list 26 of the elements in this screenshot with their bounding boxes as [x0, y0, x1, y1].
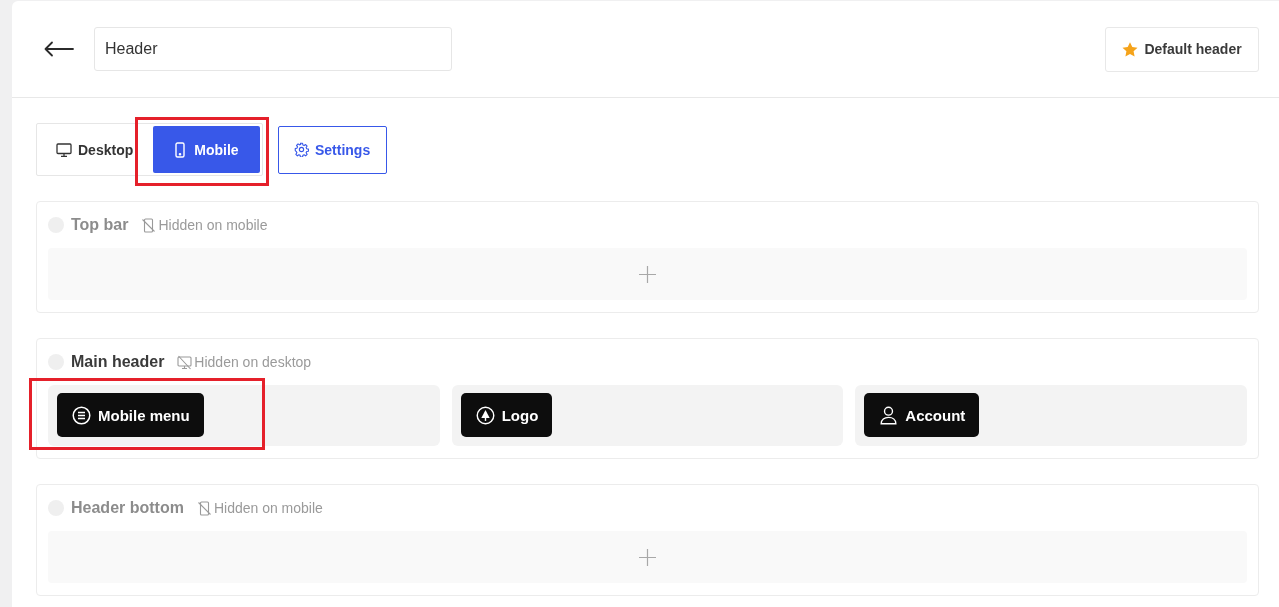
back-arrow-icon[interactable] — [44, 41, 74, 57]
visibility-note: Hidden on mobile — [158, 217, 268, 233]
view-tab[interactable]: Mobile — [153, 126, 260, 173]
settings-button[interactable]: Settings — [277, 125, 387, 174]
header-element-button[interactable]: Mobile menu — [57, 393, 204, 437]
phone-off-icon — [196, 500, 212, 516]
menu-icon — [72, 405, 91, 425]
settings-icon — [293, 142, 309, 157]
visibility-note: Hidden on desktop — [194, 354, 312, 370]
header-element-button[interactable]: Logo — [460, 393, 553, 437]
default-header-button[interactable]: Default header — [1105, 26, 1259, 72]
monitor-icon — [56, 141, 72, 158]
star-icon — [1122, 41, 1139, 57]
user-icon — [879, 405, 899, 425]
add-icon[interactable] — [639, 265, 656, 283]
section-title: Top bar — [71, 216, 129, 234]
view-tab[interactable]: Desktop — [37, 126, 134, 173]
visibility-note: Hidden on mobile — [213, 500, 323, 516]
title-input[interactable]: Header — [94, 27, 452, 71]
tree-logo-icon — [475, 405, 495, 425]
phone-off-icon — [141, 217, 157, 233]
header-element-button[interactable]: Account — [864, 393, 980, 437]
section-title: Main header — [71, 353, 165, 371]
monitor-off-icon — [177, 354, 193, 370]
add-icon[interactable] — [639, 548, 656, 566]
section-title: Header bottom — [71, 499, 184, 517]
